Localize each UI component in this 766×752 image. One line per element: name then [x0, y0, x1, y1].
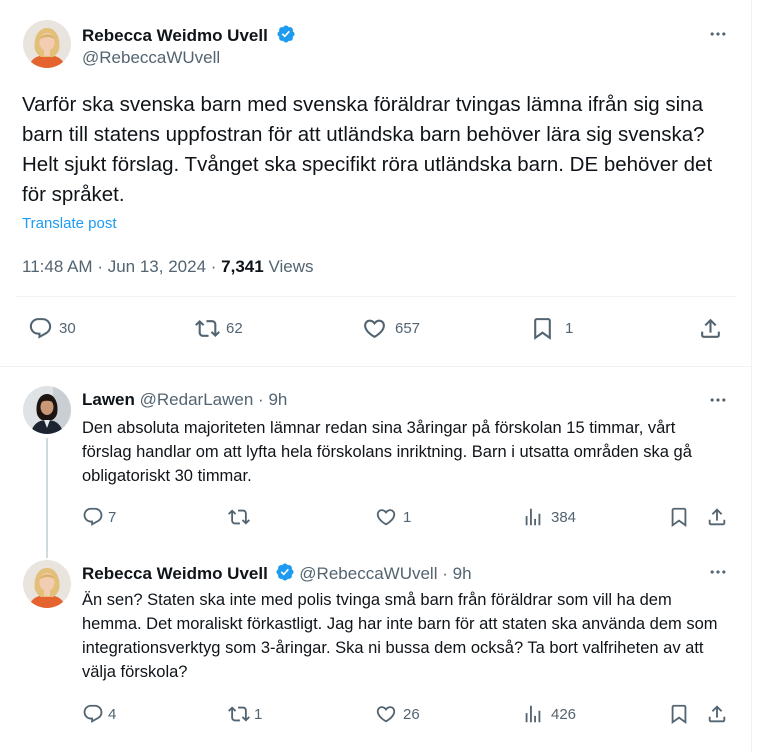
verified-badge-icon [276, 24, 296, 44]
repost-icon [228, 703, 250, 725]
more-options-icon[interactable] [706, 24, 730, 44]
reply-avatar[interactable] [23, 560, 71, 608]
repost-icon [228, 506, 250, 528]
separator: · [258, 390, 264, 409]
heart-icon [375, 506, 397, 528]
share-icon [698, 316, 723, 341]
like-count: 26 [403, 705, 420, 723]
reply-age[interactable]: 9h [268, 390, 287, 409]
views-icon [522, 703, 544, 725]
share-icon [706, 703, 728, 725]
share-button[interactable] [698, 316, 723, 341]
reply-header: Lawen @RedarLawen · 9h [82, 390, 287, 410]
reply-text: Den absoluta majoriteten lämnar redan si… [82, 419, 692, 485]
bookmark-button[interactable] [668, 506, 690, 528]
reply-handle[interactable]: @RedarLawen [140, 390, 254, 409]
bookmark-button[interactable]: 1 [530, 316, 573, 341]
repost-button[interactable]: 62 [195, 316, 243, 341]
bookmark-icon [668, 506, 690, 528]
repost-icon [195, 316, 220, 341]
reply-age[interactable]: 9h [453, 564, 472, 583]
post-meta: 11:48 AM · Jun 13, 2024 · 7,341 Views [22, 256, 314, 278]
reply-icon [82, 506, 104, 528]
repost-count: 1 [254, 705, 263, 723]
post-time[interactable]: 11:48 AM [22, 257, 93, 276]
like-button[interactable]: 26 [375, 703, 420, 725]
views-count: 426 [551, 705, 577, 723]
bookmark-icon [530, 316, 555, 341]
reply-avatar[interactable] [23, 386, 71, 434]
reply-handle[interactable]: @RebeccaWUvell [299, 564, 437, 583]
bookmark-count: 1 [565, 320, 574, 337]
reply-button[interactable]: 30 [28, 316, 76, 341]
author-avatar[interactable] [23, 20, 71, 68]
like-button[interactable]: 657 [362, 316, 420, 341]
reply-icon [82, 703, 104, 725]
author-name[interactable]: Rebecca Weidmo Uvell [82, 26, 268, 45]
reply-author-name[interactable]: Rebecca Weidmo Uvell [82, 564, 268, 583]
thread-line [46, 438, 48, 552]
divider [16, 296, 736, 297]
reply-count: 30 [59, 320, 76, 337]
bookmark-icon [668, 703, 690, 725]
views-count: 384 [551, 508, 577, 526]
more-options-icon[interactable] [706, 562, 730, 582]
reply-author-name[interactable]: Lawen [82, 390, 135, 409]
timeline-column: Rebecca Weidmo Uvell @RebeccaWUvell Varf… [0, 0, 752, 752]
reply-text: Än sen? Staten ska inte med polis tvinga… [82, 591, 718, 681]
repost-button[interactable]: 1 [228, 703, 262, 725]
views-count[interactable]: 7,341 [221, 257, 264, 276]
share-button[interactable] [706, 506, 728, 528]
like-count: 1 [403, 508, 412, 526]
reply-count: 7 [108, 508, 117, 526]
share-button[interactable] [706, 703, 728, 725]
like-count: 657 [395, 320, 421, 337]
repost-count: 62 [226, 320, 243, 337]
repost-button[interactable] [228, 506, 254, 528]
separator: · [442, 564, 448, 583]
post-date[interactable]: Jun 13, 2024 [108, 257, 206, 276]
separator: · [210, 257, 217, 276]
heart-icon [362, 316, 387, 341]
thread-line [46, 552, 48, 558]
like-button[interactable]: 1 [375, 506, 411, 528]
reply-button[interactable]: 7 [82, 506, 116, 528]
separator: · [97, 257, 103, 276]
author-name-row: Rebecca Weidmo Uvell [82, 24, 296, 46]
reply-icon [28, 316, 53, 341]
share-icon [706, 506, 728, 528]
views-button[interactable]: 384 [522, 506, 576, 528]
bookmark-button[interactable] [668, 703, 690, 725]
verified-badge-icon [275, 562, 295, 582]
views-button[interactable]: 426 [522, 703, 576, 725]
reply-count: 4 [108, 705, 117, 723]
post-text: Varför ska svenska barn med svenska förä… [22, 93, 713, 206]
views-label: Views [268, 257, 314, 276]
views-icon [522, 506, 544, 528]
reply-header: Rebecca Weidmo Uvell @RebeccaWUvell · 9h [82, 562, 472, 584]
translate-post-link[interactable]: Translate post [22, 214, 117, 234]
reply-button[interactable]: 4 [82, 703, 116, 725]
more-options-icon[interactable] [706, 390, 730, 410]
heart-icon [375, 703, 397, 725]
author-handle[interactable]: @RebeccaWUvell [82, 48, 220, 68]
